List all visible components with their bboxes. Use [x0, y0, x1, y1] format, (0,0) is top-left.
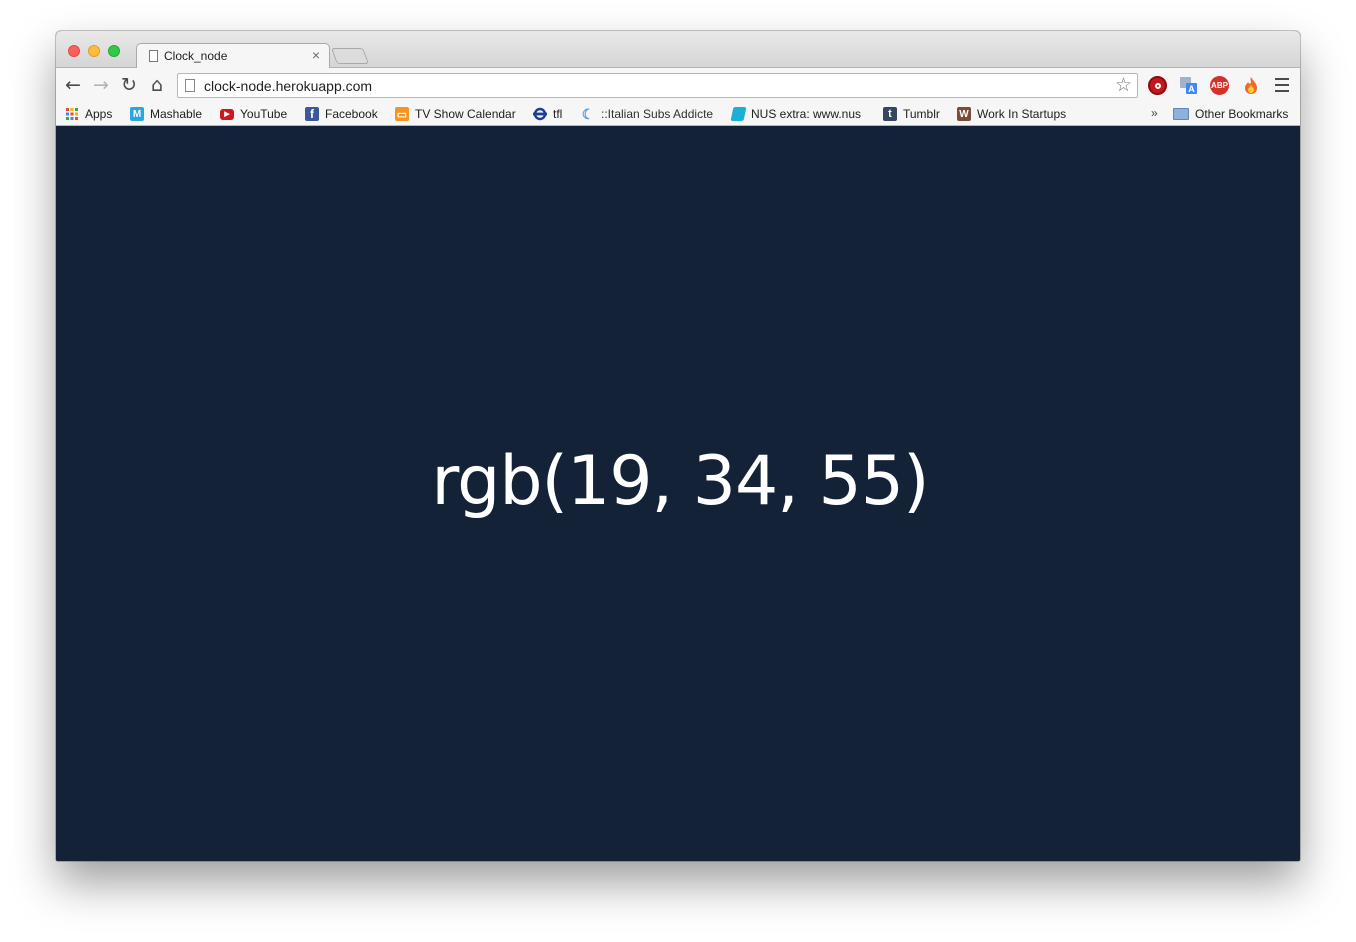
folder-icon — [1173, 108, 1189, 120]
bookmark-work-in-startups[interactable]: W Work In Startups — [957, 106, 1066, 122]
bookmark-label: YouTube — [240, 107, 288, 121]
bookmark-mashable[interactable]: M Mashable — [130, 106, 202, 122]
moon-icon: ☾ — [581, 105, 595, 122]
bookmark-youtube[interactable]: ▶ YouTube — [220, 106, 287, 122]
home-button[interactable]: ⌂ — [145, 73, 169, 97]
apps-grid-icon — [66, 108, 78, 120]
translate-extension-icon[interactable]: A — [1179, 76, 1198, 95]
page-icon — [149, 50, 158, 62]
translate-label: A — [1188, 84, 1195, 94]
bookmark-label: TV Show Calendar — [415, 107, 516, 121]
browser-window: Clock_node × ← → ↻ ⌂ clock-node.herokuap… — [56, 31, 1300, 861]
bookmark-label: Other Bookmarks — [1195, 107, 1289, 121]
bookmark-label: Tumblr — [903, 107, 940, 121]
adblock-plus-icon[interactable]: ABP — [1210, 76, 1229, 95]
reload-icon: ↻ — [121, 74, 137, 96]
hamburger-menu-icon[interactable] — [1275, 76, 1289, 94]
bookmark-nus-extra[interactable]: NUS extra: www.nus — [730, 106, 867, 122]
youtube-icon: ▶ — [220, 108, 234, 120]
back-arrow-icon: ← — [65, 74, 81, 96]
bookmark-tv-show-calendar[interactable]: ▭ TV Show Calendar — [395, 106, 516, 122]
window-minimize-button[interactable] — [88, 45, 100, 57]
fire-extension-icon[interactable] — [1241, 76, 1260, 95]
window-close-button[interactable] — [68, 45, 80, 57]
abp-label: ABP — [1211, 81, 1228, 90]
bookmarks-bar: Apps M Mashable ▶ YouTube f Facebook ▭ T… — [56, 101, 1300, 126]
bookmark-tumblr[interactable]: t Tumblr — [883, 106, 940, 122]
bookmark-label: NUS extra: www.nus — [751, 107, 862, 121]
new-tab-button[interactable] — [331, 48, 369, 64]
bookmark-facebook[interactable]: f Facebook — [305, 106, 378, 122]
tv-icon: ▭ — [395, 107, 409, 121]
nus-icon — [730, 107, 747, 121]
bookmark-tfl[interactable]: tfl — [533, 106, 562, 122]
color-value-text: rgb(19, 34, 55) — [431, 441, 929, 521]
tab-title: Clock_node — [164, 49, 228, 63]
facebook-icon: f — [305, 107, 319, 121]
bookmark-other-bookmarks[interactable]: Other Bookmarks — [1173, 106, 1288, 122]
tab-close-icon[interactable]: × — [312, 47, 320, 63]
bookmark-label: Facebook — [325, 107, 378, 121]
window-zoom-button[interactable] — [108, 45, 120, 57]
stop-extension-icon[interactable] — [1148, 76, 1167, 95]
bookmark-label: Work In Startups — [977, 107, 1067, 121]
url-text[interactable]: clock-node.herokuapp.com — [204, 78, 372, 94]
address-bar[interactable]: clock-node.herokuapp.com ☆ — [177, 73, 1138, 98]
tab-strip: Clock_node × — [56, 31, 1300, 70]
bookmark-apps[interactable]: Apps — [65, 106, 112, 122]
bookmark-star-icon[interactable]: ☆ — [1115, 75, 1132, 95]
bookmark-label: Apps — [85, 107, 113, 121]
tfl-roundel-icon — [533, 107, 547, 121]
tumblr-icon: t — [883, 107, 897, 121]
mashable-icon: M — [130, 107, 144, 121]
toolbar: ← → ↻ ⌂ clock-node.herokuapp.com ☆ A ABP — [56, 68, 1300, 101]
forward-button[interactable]: → — [89, 73, 113, 97]
bookmarks-overflow-chevron-icon[interactable]: » — [1151, 106, 1158, 120]
reload-button[interactable]: ↻ — [117, 73, 141, 97]
bookmark-label: ::Italian Subs Addicte — [601, 107, 714, 121]
page-icon — [185, 79, 195, 92]
page-content: rgb(19, 34, 55) — [56, 126, 1300, 861]
back-button[interactable]: ← — [61, 73, 85, 97]
home-icon: ⌂ — [150, 74, 164, 96]
bookmark-italian-subs[interactable]: ☾ ::Italian Subs Addicte — [581, 106, 717, 122]
wis-icon: W — [957, 107, 971, 121]
forward-arrow-icon: → — [93, 74, 109, 96]
bookmark-label: Mashable — [150, 107, 203, 121]
tab-clock-node[interactable]: Clock_node × — [136, 43, 330, 70]
bookmark-label: tfl — [553, 107, 563, 121]
